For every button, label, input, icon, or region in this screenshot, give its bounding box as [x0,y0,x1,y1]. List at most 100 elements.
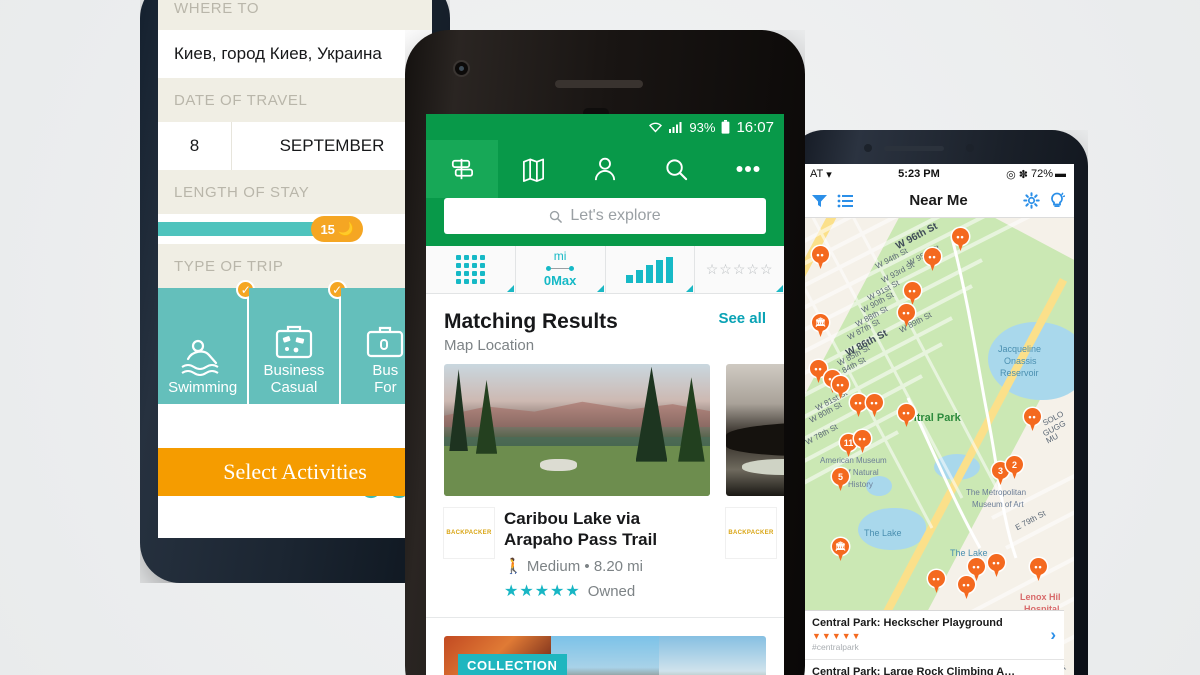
map-pin[interactable]: 🏛 [812,314,829,337]
distance-max: Max [551,273,577,289]
length-of-stay-slider[interactable]: 15 🌙 [158,214,432,244]
carrier-label: AT [810,168,824,180]
more-dots-icon [736,166,760,172]
grid-filter-cell[interactable] [426,246,516,293]
slider-knob[interactable]: 15 🌙 [311,216,364,242]
map-pin-tip [836,388,845,399]
near-me-map[interactable]: W 96th StW 95th StW 94th StW 93rd StW 91… [802,218,1074,675]
map-pin[interactable]: •• [854,430,871,453]
results-subtitle: Map Location [444,337,535,354]
list-item[interactable]: Central Park: Large Rock Climbing A…▼▼▼▼… [802,660,1064,675]
select-activities-button[interactable]: Select Activities [158,448,432,496]
right-phone-sensor [966,144,974,152]
rating-filter-cell[interactable]: ☆☆☆☆☆ [695,246,784,293]
distance-unit: mi [553,249,567,264]
date-of-travel-row[interactable]: 8 SEPTEMBER [158,122,432,170]
map-pin-tip [844,446,853,457]
map-pin-tip [1028,420,1037,431]
chevron-right-icon[interactable]: › [1050,625,1056,645]
date-day-value[interactable]: 8 [158,122,232,170]
list-item-title: Central Park: Large Rock Climbing A… [812,666,1016,675]
map-pin[interactable]: •• [1030,558,1047,581]
map-pin[interactable]: •• [812,246,829,269]
date-month-value[interactable]: SEPTEMBER [232,122,432,170]
map-pin[interactable]: •• [928,570,945,593]
map-pin-tip [902,416,911,427]
map-pin[interactable]: •• [898,404,915,427]
rating-stars-empty: ☆☆☆☆☆ [705,261,774,277]
battery-percent: 93% [689,119,716,135]
map-pin-tip [928,260,937,271]
list-item[interactable]: Central Park: Heckscher Playground ▼▼▼▼▼ #… [802,611,1064,660]
trail-card[interactable]: BACKPACKER Caribou Lake via Arapaho Pass… [444,364,710,601]
collection-strip[interactable]: COLLECTION [444,636,766,675]
map-pin[interactable]: •• [904,282,921,305]
nav-profile-tab[interactable] [569,140,641,198]
nearby-list-panel[interactable]: Central Park: Heckscher Playground ▼▼▼▼▼ #… [802,610,1064,675]
trail-card-meta: BACKPACKER N 🚶 ★ [726,496,784,580]
nav-search-tab[interactable] [641,140,713,198]
nav-trails-tab[interactable] [426,140,498,198]
left-phone-device: WHERE TO Киев, город Киев, Украина DATE … [140,0,450,583]
map-pin[interactable]: 🏛 [832,538,849,561]
publisher-badge-label: BACKPACKER [728,530,774,536]
wifi-icon: ▾ [826,168,832,181]
trail-photo [726,364,784,496]
list-icon[interactable] [837,194,854,208]
map-pin[interactable]: 2 [1006,456,1023,479]
battery-icon [722,120,730,134]
map-pin-tip [816,326,825,337]
nav-map-tab[interactable] [498,140,570,198]
list-item-tags: #centralpark [812,642,859,652]
map-pin[interactable]: •• [924,248,941,271]
section-divider [426,617,784,618]
briefcase-icon [367,326,404,358]
map-pin[interactable]: •• [952,228,969,251]
collection-badge: COLLECTION [458,654,567,675]
map-pin-tip [836,550,845,561]
search-icon [666,158,688,180]
activity-tile-swimming[interactable]: ✓ Swimming [158,280,256,404]
where-to-value[interactable]: Киев, город Киев, Украина [158,30,432,78]
map-pin[interactable]: •• [898,304,915,327]
distance-filter-cell[interactable]: mi 0 Max [516,246,606,293]
map-pin[interactable]: •• [866,394,883,417]
map-pin[interactable]: 5 [832,468,849,491]
map-pin[interactable]: •• [1024,408,1041,431]
funnel-icon[interactable] [811,193,828,209]
suitcase-icon [275,325,313,359]
map-label: of Natural [844,468,879,477]
app-navbar [426,140,784,198]
difficulty-filter-cell[interactable] [606,246,696,293]
right-phone-speaker [884,146,944,151]
see-all-link[interactable]: See all [718,310,766,327]
nav-more-tab[interactable] [712,140,784,198]
filter-row: mi 0 Max ☆☆☆☆☆ [426,246,784,294]
map-pin[interactable]: •• [958,576,975,599]
results-title: Matching Results [444,310,618,333]
map-pin-tip [870,406,879,417]
front-camera-icon [453,60,470,77]
map-pin[interactable]: •• [850,394,867,417]
search-input[interactable]: Let's explore [444,198,766,234]
trail-title: Caribou Lake via Arapaho Pass Trail [504,509,658,549]
distance-slider: mi 0 Max [542,249,579,289]
search-placeholder: Let's explore [570,207,661,224]
android-status-bar: 93% 16:07 [426,114,784,140]
trail-ownership-status: Owned [587,582,636,600]
signpost-icon [452,158,474,179]
person-icon [594,157,616,180]
wifi-icon [649,122,663,133]
lightbulb-icon[interactable] [1049,192,1065,210]
activity-tile-business-casual[interactable]: ✓ Business Casual [249,280,347,404]
date-of-travel-label: DATE OF TRAVEL [158,78,432,122]
map-label: American Museum [820,456,887,465]
map-pin[interactable]: •• [988,554,1005,577]
map-pin[interactable]: •• [832,376,849,399]
moon-icon: 🌙 [337,221,355,236]
trail-card[interactable]: BACKPACKER N 🚶 ★ [726,364,784,601]
map-pin-tip [956,240,965,251]
map-label: The Lake [864,528,902,538]
trail-rating-row: ★★★★★ Owned [504,581,710,601]
gear-icon[interactable] [1023,192,1040,209]
